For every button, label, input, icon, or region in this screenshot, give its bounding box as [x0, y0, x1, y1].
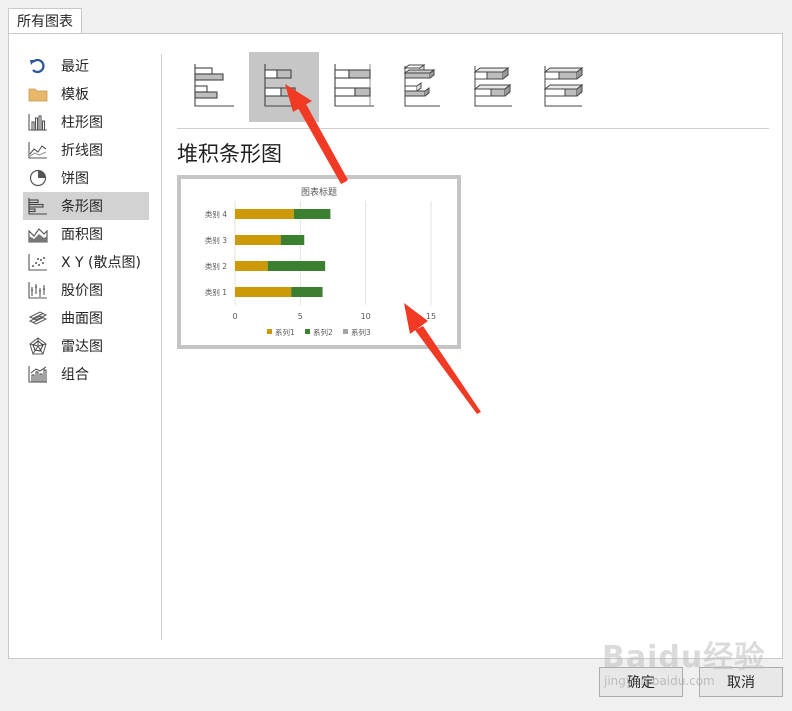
y-tick-label: 类别 3 [205, 235, 227, 245]
bar-segment [291, 287, 323, 297]
subtype-100-stacked-bar[interactable] [319, 52, 389, 122]
selected-subtype-title: 堆积条形图 [177, 142, 282, 166]
cancel-button[interactable]: 取消 [699, 667, 783, 697]
legend-swatch [305, 329, 310, 334]
combo-chart-icon [27, 364, 49, 384]
subtype-stacked-bar[interactable] [249, 52, 319, 122]
sidebar-item-area[interactable]: 面积图 [23, 220, 149, 248]
dialog-panel: 最近 模板 柱形图 折线图 饼图 条形图 面积图 X Y (散点图) 股价图 曲… [8, 33, 783, 659]
sidebar-item-label: 模板 [61, 87, 89, 103]
legend-label: 系列3 [351, 327, 371, 337]
sidebar-item-label: 雷达图 [61, 339, 103, 355]
legend-swatch [267, 329, 272, 334]
sidebar-item-label: 最近 [61, 59, 89, 75]
chart-preview[interactable]: 图表标题 0 5 10 15 类别 1 类别 2 类别 3 类别 4 系列1 系列2 系列3 [177, 175, 461, 349]
sidebar-item-label: 柱形图 [61, 115, 103, 131]
legend-swatch [343, 329, 348, 334]
area-chart-icon [27, 224, 49, 244]
bar-segment [235, 209, 294, 219]
y-tick-label: 类别 4 [205, 209, 227, 219]
sidebar-item-label: 条形图 [61, 199, 103, 215]
sidebar-item-templates[interactable]: 模板 [23, 80, 149, 108]
chart-title: 图表标题 [301, 186, 337, 198]
100-stacked-bar-icon [332, 62, 376, 112]
subtype-clustered-bar[interactable] [179, 52, 249, 122]
stock-chart-icon [27, 280, 49, 300]
sidebar-item-bar[interactable]: 条形图 [23, 192, 149, 220]
sidebar-item-scatter[interactable]: X Y (散点图) [23, 248, 149, 276]
sidebar-item-pie[interactable]: 饼图 [23, 164, 149, 192]
tab-all-charts[interactable]: 所有图表 [8, 8, 82, 34]
bar-chart-icon [27, 196, 49, 216]
pie-chart-icon [27, 168, 49, 188]
legend-label: 系列1 [275, 327, 295, 337]
folder-icon [27, 84, 49, 104]
sidebar-item-recent[interactable]: 最近 [23, 52, 149, 80]
sidebar-item-combo[interactable]: 组合 [23, 360, 149, 388]
sidebar-item-stock[interactable]: 股价图 [23, 276, 149, 304]
bar-segment [267, 261, 326, 271]
bar-segment [235, 261, 268, 271]
legend-label: 系列2 [313, 327, 333, 337]
column-chart-icon [27, 112, 49, 132]
clustered-bar-icon [192, 62, 236, 112]
3d-clustered-bar-icon [402, 62, 446, 112]
sidebar-item-label: X Y (散点图) [61, 255, 141, 271]
bar-segment [293, 209, 331, 219]
sidebar-item-label: 曲面图 [61, 311, 103, 327]
subtype-3d-100-stacked-bar[interactable] [529, 52, 599, 122]
y-tick-label: 类别 2 [205, 261, 227, 271]
x-tick-label: 0 [232, 312, 237, 321]
line-chart-icon [27, 140, 49, 160]
subtype-3d-stacked-bar[interactable] [459, 52, 529, 122]
sidebar-item-label: 组合 [61, 367, 89, 383]
sidebar-item-line[interactable]: 折线图 [23, 136, 149, 164]
sidebar-item-label: 饼图 [61, 171, 89, 187]
bar-segment [235, 235, 281, 245]
chart-category-list: 最近 模板 柱形图 折线图 饼图 条形图 面积图 X Y (散点图) 股价图 曲… [23, 52, 149, 388]
ok-button[interactable]: 确定 [599, 667, 683, 697]
sidebar-item-surface[interactable]: 曲面图 [23, 304, 149, 332]
3d-100-stacked-bar-icon [542, 62, 586, 112]
scatter-chart-icon [27, 252, 49, 272]
sidebar-item-label: 股价图 [61, 283, 103, 299]
radar-chart-icon [27, 336, 49, 356]
sidebar-item-label: 折线图 [61, 143, 103, 159]
vertical-divider [161, 54, 162, 640]
sidebar-item-column[interactable]: 柱形图 [23, 108, 149, 136]
undo-icon [27, 56, 49, 76]
chart-subtype-gallery [179, 52, 599, 122]
bar-chart-preview: 图表标题 0 5 10 15 类别 1 类别 2 类别 3 类别 4 系列1 系列2 系列3 [205, 186, 436, 337]
horizontal-divider [177, 128, 769, 129]
stacked-bar-icon [262, 62, 306, 112]
x-tick-label: 15 [426, 312, 436, 321]
surface-chart-icon [27, 308, 49, 328]
sidebar-item-radar[interactable]: 雷达图 [23, 332, 149, 360]
3d-stacked-bar-icon [472, 62, 516, 112]
x-tick-label: 10 [361, 312, 371, 321]
subtype-3d-clustered-bar[interactable] [389, 52, 459, 122]
bar-segment [235, 287, 292, 297]
bar-segment [280, 235, 305, 245]
y-tick-label: 类别 1 [205, 287, 227, 297]
x-tick-label: 5 [298, 312, 303, 321]
sidebar-item-label: 面积图 [61, 227, 103, 243]
